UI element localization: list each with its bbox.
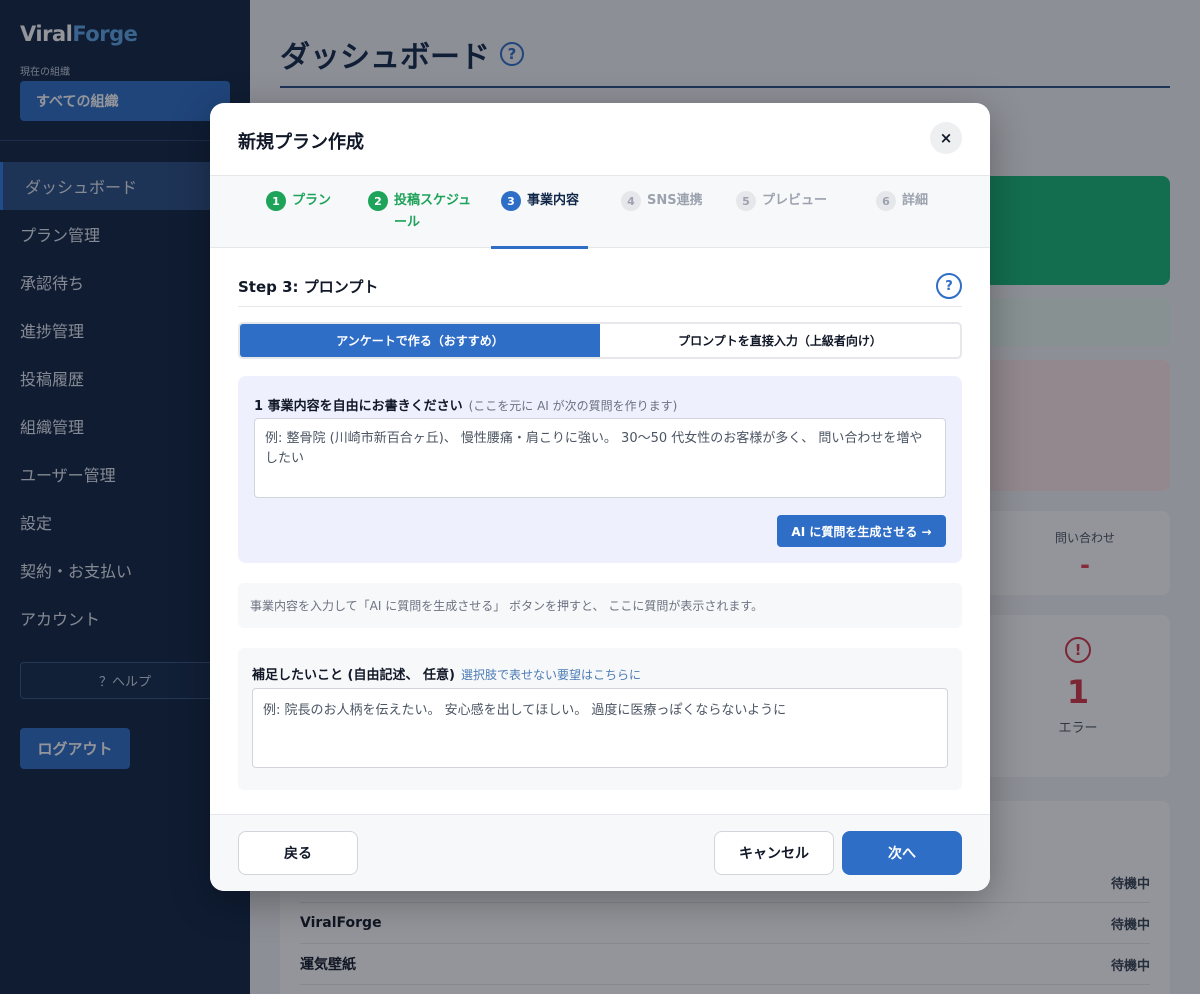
step-plan[interactable]: 1 プラン (266, 190, 331, 212)
cancel-button[interactable]: キャンセル (714, 831, 834, 875)
extra-notes-hint: 選択肢で表せない要望はこちらに (460, 668, 641, 682)
step-sns[interactable]: 4 SNS連携 (621, 190, 703, 212)
step-preview[interactable]: 5 プレビュー (736, 190, 827, 212)
active-step-indicator (491, 246, 588, 249)
extra-notes-label-text: 補足したいこと (自由記述、 任意) (252, 668, 455, 683)
step-number: 5 (736, 191, 756, 211)
extra-notes-label: 補足したいこと (自由記述、 任意) 選択肢で表せない要望はこちらに (252, 664, 641, 683)
step-label: プラン (292, 193, 332, 208)
step-business[interactable]: 3 事業内容 (501, 190, 579, 212)
step-label: SNS連携 (647, 193, 703, 208)
step-details[interactable]: 6 詳細 (876, 190, 928, 212)
questions-placeholder-info: 事業内容を入力して「AI に質問を生成させる」 ボタンを押すと、 ここに質問が表… (238, 583, 962, 628)
stepper: 1 プラン 2 投稿スケジュール 3 事業内容 4 SNS連携 5 プレビュー … (210, 175, 990, 249)
input-mode-toggle: アンケートで作る（おすすめ） プロンプトを直接入力（上級者向け） (238, 322, 962, 359)
modal-footer: 戻る キャンセル 次へ (210, 814, 990, 891)
close-icon[interactable]: × (930, 122, 962, 154)
tab-direct-prompt[interactable]: プロンプトを直接入力（上級者向け） (600, 324, 960, 357)
business-description-hint: (ここを元に AI が次の質問を作ります) (468, 399, 678, 413)
next-button[interactable]: 次へ (842, 831, 962, 875)
extra-notes-textarea[interactable]: 例: 院長のお人柄を伝えたい。 安心感を出してほしい。 過度に医療っぽくならない… (252, 688, 948, 768)
step-label: 詳細 (902, 193, 929, 208)
step-number: 1 (266, 191, 286, 211)
section-title: Step 3: プロンプト (238, 278, 379, 296)
step-label: 事業内容 (527, 193, 580, 208)
business-description-textarea[interactable]: 例: 整骨院 (川崎市新百合ヶ丘)、 慢性腰痛・肩こりに強い。 30〜50 代女… (254, 418, 946, 498)
modal-title: 新規プラン作成 (238, 132, 364, 153)
section-divider (238, 306, 962, 307)
step-number: 6 (876, 191, 896, 211)
extra-notes-panel: 補足したいこと (自由記述、 任意) 選択肢で表せない要望はこちらに 例: 院長の… (238, 648, 962, 790)
help-circle-icon[interactable]: ? (936, 273, 962, 299)
business-description-label: 1 事業内容を自由にお書きください (ここを元に AI が次の質問を作ります) (254, 395, 677, 414)
step-number: 3 (501, 191, 521, 211)
business-description-label-text: 1 事業内容を自由にお書きください (254, 399, 463, 414)
survey-panel: 1 事業内容を自由にお書きください (ここを元に AI が次の質問を作ります) 例… (238, 376, 962, 563)
back-button[interactable]: 戻る (238, 831, 358, 875)
step-label: プレビュー (762, 193, 828, 208)
tab-survey[interactable]: アンケートで作る（おすすめ） (240, 324, 600, 357)
generate-questions-button[interactable]: AI に質問を生成させる → (777, 515, 946, 547)
step-schedule[interactable]: 2 投稿スケジュール (368, 190, 480, 234)
step-number: 2 (368, 191, 388, 211)
step-label: 投稿スケジュール (394, 193, 472, 230)
new-plan-modal: 新規プラン作成 × 1 プラン 2 投稿スケジュール 3 事業内容 4 SNS連… (210, 103, 990, 891)
step-number: 4 (621, 191, 641, 211)
